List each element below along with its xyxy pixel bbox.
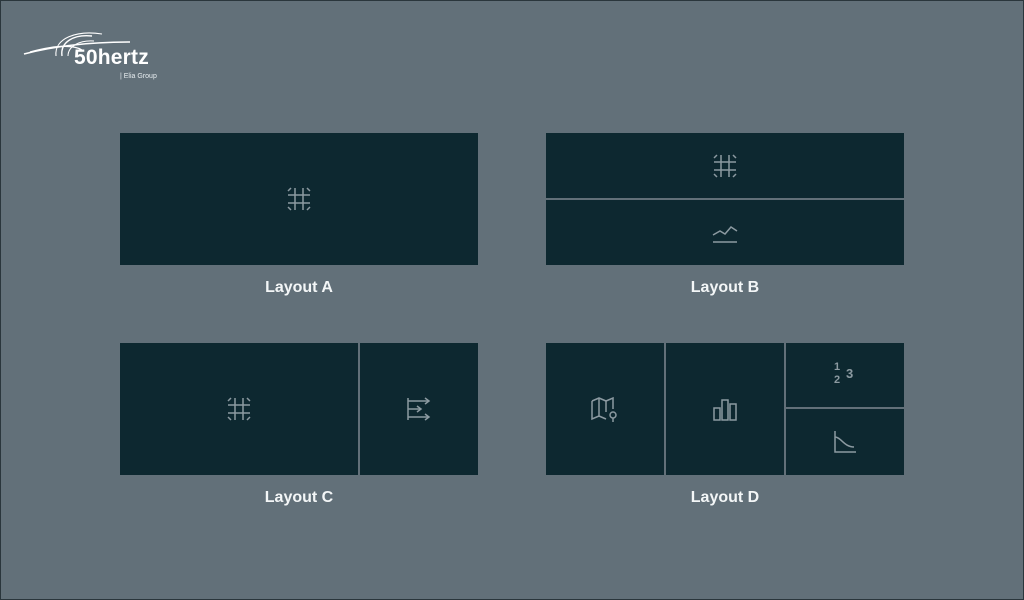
bar-chart-icon: [711, 396, 739, 422]
layout-a-label[interactable]: Layout A: [239, 279, 359, 297]
layout-d-label[interactable]: Layout D: [665, 489, 785, 507]
numbers-icon-right: 3: [846, 366, 854, 381]
brand-name: 50hertz: [74, 46, 149, 69]
layout-d-panel-bar-chart[interactable]: [666, 343, 784, 475]
table-icon: [711, 152, 739, 180]
layout-b-panel-table[interactable]: [546, 133, 904, 198]
decline-chart-icon: [832, 429, 858, 455]
page-frame: [0, 0, 1024, 600]
numbers-icon: 1 2 3: [831, 361, 859, 389]
line-chart-icon: [711, 221, 739, 245]
layout-d-panel-map[interactable]: [546, 343, 664, 475]
numbers-icon-top: 1: [834, 361, 841, 373]
table-icon: [225, 395, 253, 423]
numbers-icon-bottom: 2: [834, 374, 841, 386]
layout-d-panel-decline-chart[interactable]: [786, 409, 904, 475]
layout-c-panel-table[interactable]: [120, 343, 358, 475]
layout-c-label[interactable]: Layout C: [239, 489, 359, 507]
map-pin-icon: [590, 395, 620, 423]
layout-c-panel-flow[interactable]: [360, 343, 478, 475]
table-icon: [285, 185, 313, 213]
layout-d-panel-numbers[interactable]: 1 2 3: [786, 343, 904, 407]
layout-a-panel-table[interactable]: [120, 133, 478, 265]
layout-b-label[interactable]: Layout B: [665, 279, 785, 297]
brand-subtitle: | Elia Group: [120, 73, 157, 80]
layout-b-panel-line-chart[interactable]: [546, 200, 904, 265]
brand-logo: 50hertz | Elia Group: [22, 30, 172, 86]
flow-icon: [405, 395, 433, 423]
